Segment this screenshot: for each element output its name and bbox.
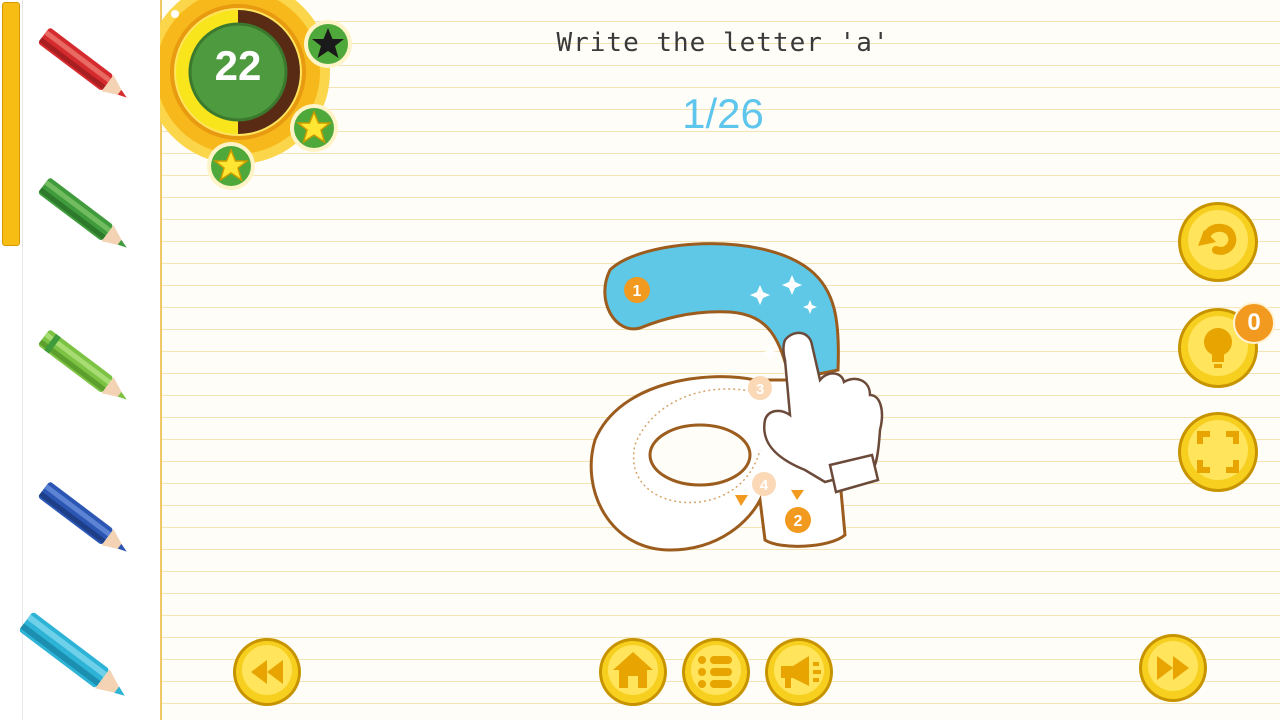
stroke-number-3: 3 <box>756 381 764 398</box>
pencil-green[interactable] <box>30 170 150 270</box>
star-yellow-icon <box>205 140 257 196</box>
stroke-number-2: 2 <box>794 513 803 530</box>
next-button[interactable] <box>1137 632 1209 704</box>
home-button[interactable] <box>597 636 669 708</box>
stroke-number-1: 1 <box>633 283 642 300</box>
star-yellow-icon <box>288 102 340 158</box>
pencil-cyan[interactable] <box>19 612 150 720</box>
pencil-panel <box>0 0 162 720</box>
star-dark-icon <box>302 18 354 74</box>
pencil-red[interactable] <box>30 20 150 120</box>
timer-value: 22 <box>214 42 262 89</box>
sound-button[interactable] <box>763 636 835 708</box>
letter-trace-area[interactable]: 1 2 3 4 <box>580 230 900 570</box>
pencil-blue[interactable] <box>30 474 150 574</box>
list-icon <box>698 656 732 688</box>
undo-button[interactable] <box>1176 200 1260 284</box>
menu-button[interactable] <box>680 636 752 708</box>
stroke-number-4: 4 <box>760 477 769 494</box>
previous-button[interactable] <box>231 636 303 708</box>
fullscreen-button[interactable] <box>1176 410 1260 494</box>
pencil-light-green[interactable] <box>30 322 150 422</box>
hint-count-badge: 0 <box>1233 302 1275 344</box>
scrollbar[interactable] <box>2 2 20 246</box>
